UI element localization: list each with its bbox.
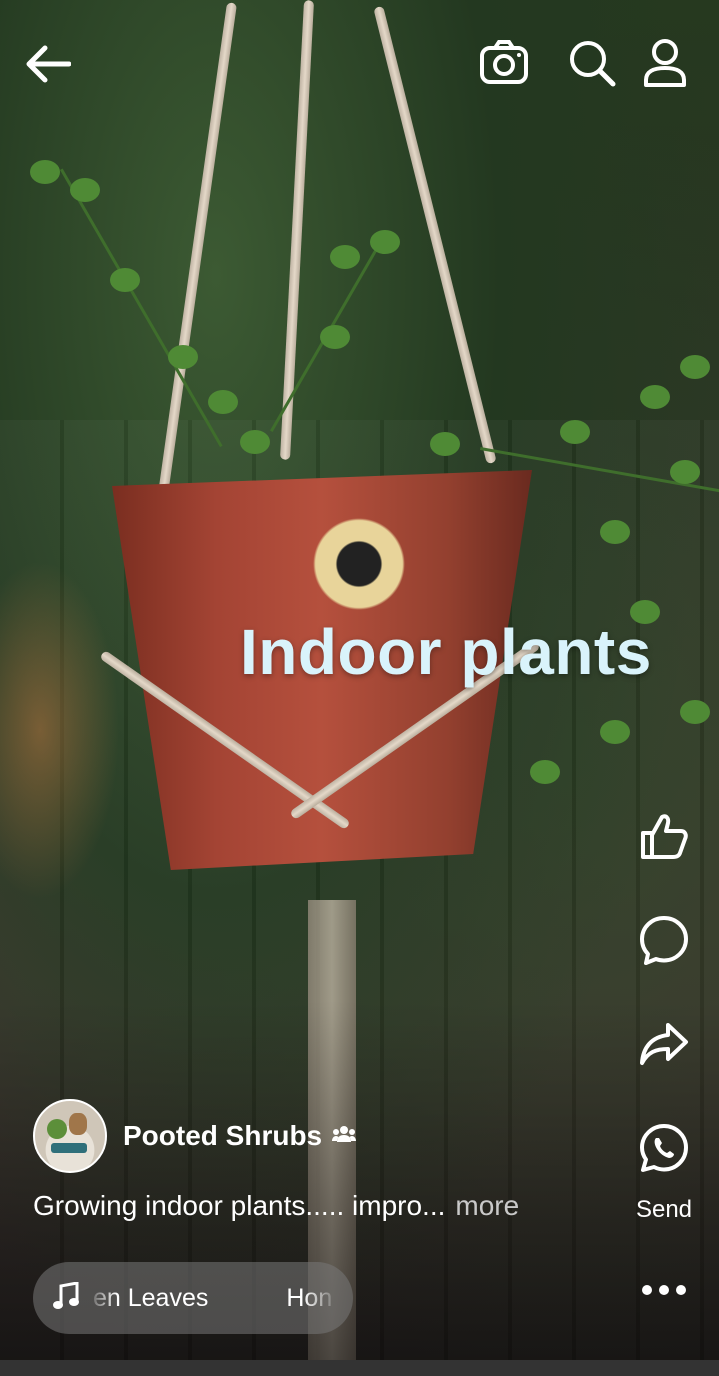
background-glow	[0, 560, 120, 900]
video-overlay-text: Indoor plants	[240, 616, 652, 688]
leaf	[530, 760, 560, 784]
comment-icon	[640, 916, 688, 965]
pot-flower-decal	[300, 505, 418, 623]
music-track: en Leaves Hon	[93, 1284, 332, 1313]
leaf	[30, 160, 60, 184]
music-track-next: Hon	[286, 1283, 333, 1312]
leaf	[600, 520, 630, 544]
hanger-rope	[279, 0, 315, 460]
share-arrow-icon	[640, 1023, 688, 1065]
camera-icon[interactable]	[476, 36, 532, 90]
leaf	[560, 420, 590, 444]
music-note-icon	[53, 1280, 79, 1315]
leaf	[430, 432, 460, 456]
author-name[interactable]: Pooted Shrubs	[123, 1120, 322, 1152]
author-row[interactable]: Pooted Shrubs	[33, 1099, 357, 1173]
send-label: Send	[635, 1196, 693, 1223]
share-button[interactable]	[634, 1014, 694, 1074]
caption-more-link[interactable]: more	[455, 1190, 519, 1221]
comment-button[interactable]	[634, 910, 694, 970]
leaf	[640, 385, 670, 409]
bottom-edge-bar	[0, 1360, 719, 1376]
leaf	[600, 720, 630, 744]
music-pill[interactable]: en Leaves Hon	[33, 1262, 353, 1334]
search-icon[interactable]	[564, 36, 620, 90]
whatsapp-icon	[640, 1124, 688, 1172]
leaf	[320, 325, 350, 349]
more-dots-icon[interactable]	[634, 1270, 694, 1310]
leaf	[208, 390, 238, 414]
send-button[interactable]	[634, 1118, 694, 1178]
leaf	[330, 245, 360, 269]
like-button[interactable]	[634, 806, 694, 866]
profile-icon[interactable]	[638, 36, 692, 90]
group-icon	[332, 1125, 357, 1148]
caption-text: Growing indoor plants..... impro...	[33, 1190, 446, 1221]
caption[interactable]: Growing indoor plants..... impro... more	[33, 1190, 519, 1222]
leaf	[240, 430, 270, 454]
leaf	[110, 268, 140, 292]
leaf	[670, 460, 700, 484]
thumbs-up-icon	[641, 814, 688, 859]
leaf	[680, 355, 710, 379]
leaf	[680, 700, 710, 724]
music-track-title: en Leaves	[93, 1283, 209, 1312]
leaf	[70, 178, 100, 202]
back-arrow-icon[interactable]	[22, 38, 74, 90]
leaf	[168, 345, 198, 369]
leaf	[370, 230, 400, 254]
avatar[interactable]	[33, 1099, 107, 1173]
